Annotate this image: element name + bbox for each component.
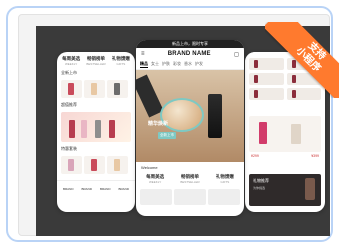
category-sub: BESTSELLER: [180, 180, 200, 184]
price-row: ¥299 ¥399: [245, 152, 325, 160]
tab[interactable]: 护发: [195, 61, 203, 68]
brand-logo[interactable]: BRAND: [100, 187, 111, 191]
thumb-row: [136, 187, 244, 207]
serum-bottle-image: [208, 94, 222, 138]
brand-logo[interactable]: BRAND: [81, 187, 92, 191]
product-grid: [57, 154, 135, 176]
thumb[interactable]: [174, 189, 206, 205]
category-sub: GIFTS: [220, 180, 230, 184]
tab[interactable]: 护肤: [162, 61, 170, 68]
welcome-text: Welcome: [141, 165, 158, 170]
price: ¥399: [311, 154, 319, 158]
product-thumb[interactable]: [107, 156, 128, 174]
left-category-row: 每周美选 WEEKLY 畅销榜单 BESTSELLER 礼物馈赠 GIFTS: [57, 52, 135, 68]
product-thumb[interactable]: [61, 156, 82, 174]
menu-icon[interactable]: ≡: [141, 51, 145, 57]
section-title: 特惠套装: [61, 146, 77, 151]
product-image: [95, 120, 101, 138]
product-thumb[interactable]: [107, 80, 128, 98]
gift-banner[interactable]: 礼物推荐 为你挑选: [249, 174, 321, 206]
ribbon-badge: 支持 小程序: [265, 22, 339, 98]
category-sub: GIFTS: [116, 62, 126, 66]
left-category[interactable]: 每周美选 WEEKLY: [62, 56, 80, 66]
center-category[interactable]: 礼物馈赠 GIFTS: [216, 174, 234, 184]
product-image: [69, 120, 75, 138]
category-sub: WEEKLY: [64, 62, 78, 66]
brand-header: ≡ BRAND NAME ◻: [136, 48, 244, 60]
section-title: 全新上市: [61, 70, 77, 75]
tab[interactable]: 彩妆: [173, 61, 181, 68]
category-tabs: 精品 女士 护肤 彩妆 香水 护发: [136, 60, 244, 70]
thumb[interactable]: [208, 189, 240, 205]
brand-logo[interactable]: BRAND: [63, 187, 74, 191]
corner-ribbon: 支持 小程序: [265, 22, 339, 98]
product-grid: [57, 78, 135, 100]
perfume-image: [305, 178, 315, 200]
left-category[interactable]: 礼物馈赠 GIFTS: [112, 56, 130, 66]
promo-status-bar: 新品上市，限时专享: [136, 40, 244, 48]
tab[interactable]: 精品: [140, 61, 148, 68]
tab[interactable]: 香水: [184, 61, 192, 68]
thumb[interactable]: [140, 189, 172, 205]
product-thumb[interactable]: [84, 156, 105, 174]
promo-banner[interactable]: [61, 112, 131, 142]
category-sub: WEEKLY: [148, 180, 162, 184]
brand-name: BRAND NAME: [167, 51, 211, 57]
category-sub: BESTSELLER: [86, 62, 106, 66]
product-image: [109, 120, 115, 138]
left-phone-screen: 每周美选 WEEKLY 畅销榜单 BESTSELLER 礼物馈赠 GIFTS 全新上市…: [57, 52, 135, 212]
hero-banner[interactable]: 精华焕新 全新上市: [136, 70, 244, 162]
hero-caption: 精华焕新: [148, 121, 169, 127]
brand-logo[interactable]: BRAND: [118, 187, 129, 191]
center-category[interactable]: 每周美选 WEEKLY: [146, 174, 164, 184]
product-thumb[interactable]: [61, 80, 82, 98]
bag-icon[interactable]: ◻: [234, 51, 239, 58]
section-title: 超值推荐: [61, 102, 77, 107]
brand-logos: BRAND BRAND BRAND BRAND: [57, 180, 135, 197]
price: ¥299: [251, 154, 259, 158]
center-category[interactable]: 畅销榜单 BESTSELLER: [180, 174, 199, 184]
hero-tag: 全新上市: [158, 132, 176, 139]
center-phone-screen: 新品上市，限时专享 ≡ BRAND NAME ◻ 精品 女士 护肤 彩妆 香水 …: [136, 40, 244, 216]
product-feature[interactable]: [249, 116, 321, 152]
center-category-row: 每周美选 WEEKLY 畅销榜单 BESTSELLER 礼物馈赠 GIFTS: [136, 171, 244, 187]
left-category[interactable]: 畅销榜单 BESTSELLER: [86, 56, 105, 66]
tab[interactable]: 女士: [151, 61, 159, 68]
product-thumb[interactable]: [84, 80, 105, 98]
product-image: [81, 120, 87, 138]
